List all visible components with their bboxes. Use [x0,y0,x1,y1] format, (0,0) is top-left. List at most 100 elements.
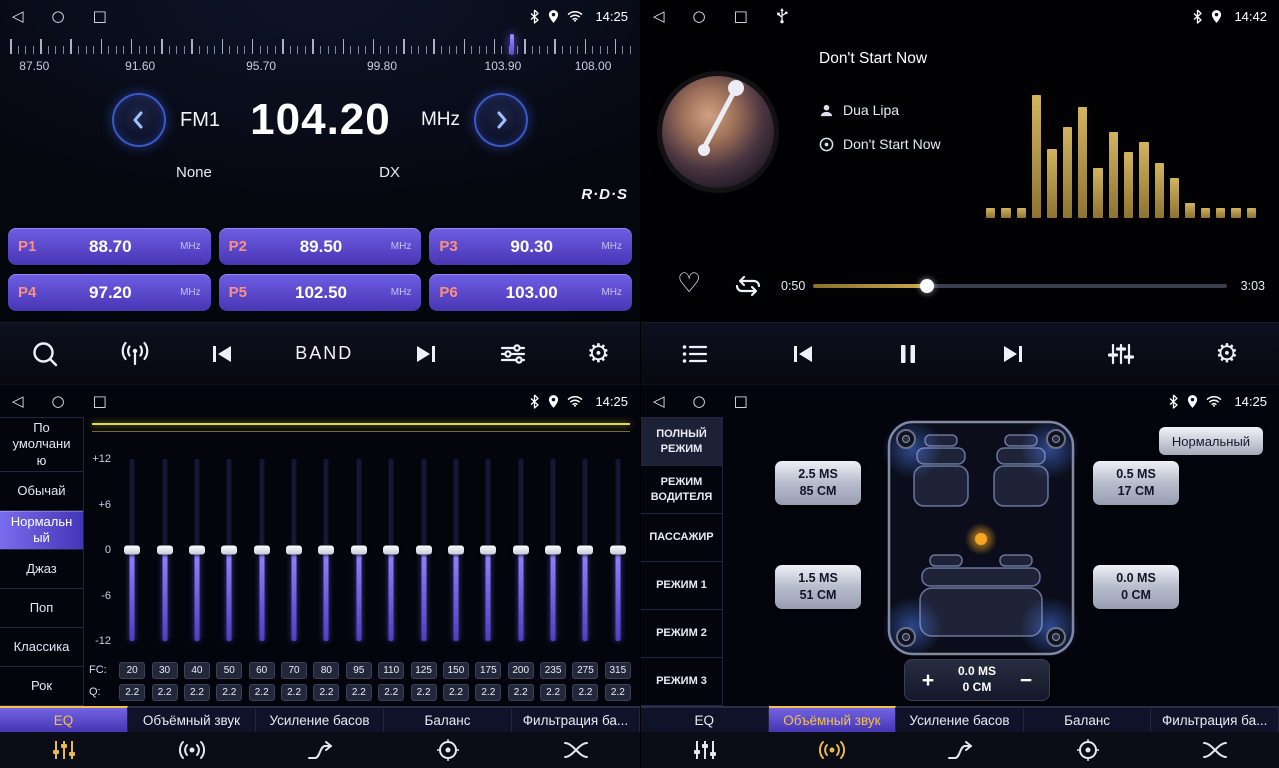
tab-eq[interactable]: EQ [641,706,769,732]
eq-preset-item-3[interactable]: Джаз [0,550,83,589]
eq-slider-handle[interactable] [189,546,205,555]
tab-bass-boost-icon-button[interactable] [256,739,384,761]
tab-filter-icon-button[interactable] [1151,739,1279,761]
tuner-settings-button[interactable] [499,342,527,366]
preset-button-P3[interactable]: P390.30MHz [429,228,632,265]
surround-preset-button[interactable]: Нормальный [1159,427,1263,455]
tab-surround-sound-icon-button[interactable] [128,739,256,761]
back-button[interactable]: ◁ [12,9,24,24]
broadcast-button[interactable] [120,341,150,367]
tab-balance[interactable]: Баланс [1024,706,1152,732]
back-button[interactable]: ◁ [653,9,665,24]
surround-mode-5[interactable]: РЕЖИМ 3 [641,658,722,706]
recents-button[interactable]: □ [93,394,107,409]
eq-slider-handle[interactable] [221,546,237,555]
preset-button-P2[interactable]: P289.50MHz [219,228,422,265]
settings-button[interactable]: ⚙ [1215,341,1238,367]
home-button[interactable]: ○ [52,9,65,24]
eq-band-slider-50[interactable] [213,459,245,641]
eq-slider-handle[interactable] [124,546,140,555]
eq-band-slider-80[interactable] [310,459,342,641]
tune-down-button[interactable] [112,93,166,147]
eq-slider-handle[interactable] [383,546,399,555]
eq-band-slider-175[interactable] [472,459,504,641]
rear-left-delay-button[interactable]: 1.5 MS 51 CM [775,565,861,609]
tab-surround-sound[interactable]: Объёмный звук [128,706,256,732]
tab-balance-icon-button[interactable] [384,738,512,762]
eq-band-slider-235[interactable] [537,459,569,641]
eq-preset-item-5[interactable]: Классика [0,628,83,667]
eq-band-slider-60[interactable] [246,459,278,641]
eq-slider-handle[interactable] [254,546,270,555]
home-button[interactable]: ○ [693,394,706,409]
band-button[interactable]: BAND [295,343,353,364]
eq-preset-item-4[interactable]: Поп [0,589,83,628]
preset-button-P6[interactable]: P6103.00MHz [429,274,632,311]
front-right-delay-button[interactable]: 0.5 MS 17 CM [1093,461,1179,505]
eq-slider-handle[interactable] [351,546,367,555]
frequency-scale[interactable]: 87.5091.6095.7099.80103.90108.00 [10,34,630,80]
eq-band-slider-275[interactable] [569,459,601,641]
playlist-button[interactable] [681,342,709,366]
audio-effects-button[interactable] [1107,342,1135,366]
eq-band-slider-70[interactable] [278,459,310,641]
eq-band-slider-150[interactable] [440,459,472,641]
eq-slider-handle[interactable] [286,546,302,555]
eq-preset-item-2[interactable]: Нормальный [0,511,83,550]
settings-button[interactable]: ⚙ [587,341,610,367]
eq-band-slider-30[interactable] [148,459,180,641]
tab-eq-icon-button[interactable] [0,739,128,761]
surround-mode-4[interactable]: РЕЖИМ 2 [641,610,722,658]
tab-balance[interactable]: Баланс [384,706,512,732]
car-speaker-layout[interactable] [884,417,1078,659]
delay-increase-button[interactable]: + [917,670,939,691]
front-left-delay-button[interactable]: 2.5 MS 85 CM [775,461,861,505]
surround-mode-0[interactable]: ПОЛНЫЙ РЕЖИМ [641,418,722,466]
tab-balance-icon-button[interactable] [1024,738,1152,762]
eq-slider-handle[interactable] [416,546,432,555]
previous-track-button[interactable] [790,343,816,365]
eq-band-slider-125[interactable] [407,459,439,641]
eq-slider-handle[interactable] [318,546,334,555]
tab-filter[interactable]: Фильтрация ба... [512,706,640,732]
eq-slider-handle[interactable] [157,546,173,555]
listening-position-dot[interactable] [975,533,987,545]
surround-mode-2[interactable]: ПАССАЖИР [641,514,722,562]
scan-search-button[interactable] [30,339,60,369]
preset-button-P4[interactable]: P497.20MHz [8,274,211,311]
home-button[interactable]: ○ [52,394,65,409]
eq-band-slider-20[interactable] [116,459,148,641]
rear-right-delay-button[interactable]: 0.0 MS 0 CM [1093,565,1179,609]
tab-filter[interactable]: Фильтрация ба... [1151,706,1279,732]
eq-preset-item-6[interactable]: Рок [0,667,83,706]
eq-slider-handle[interactable] [448,546,464,555]
eq-slider-handle[interactable] [480,546,496,555]
eq-band-slider-95[interactable] [343,459,375,641]
eq-band-slider-110[interactable] [375,459,407,641]
eq-slider-handle[interactable] [610,546,626,555]
repeat-button[interactable] [733,274,763,303]
previous-station-button[interactable] [209,343,235,365]
eq-band-slider-40[interactable] [181,459,213,641]
recents-button[interactable]: □ [734,394,748,409]
tab-surround-sound[interactable]: Объёмный звук [769,706,897,732]
back-button[interactable]: ◁ [653,394,665,409]
surround-mode-3[interactable]: РЕЖИМ 1 [641,562,722,610]
eq-band-slider-315[interactable] [602,459,634,641]
pause-button[interactable] [897,342,919,366]
eq-band-slider-200[interactable] [505,459,537,641]
eq-slider-handle[interactable] [577,546,593,555]
tune-up-button[interactable] [474,93,528,147]
progress-bar[interactable] [813,284,1227,288]
home-button[interactable]: ○ [693,9,706,24]
eq-preset-item-0[interactable]: По умолчанию [0,418,83,472]
next-track-button[interactable] [1000,343,1026,365]
preset-button-P1[interactable]: P188.70MHz [8,228,211,265]
tab-eq-icon-button[interactable] [641,739,769,761]
delay-decrease-button[interactable]: − [1015,670,1037,691]
favorite-button[interactable]: ♡ [677,268,701,299]
eq-preset-item-1[interactable]: Обычай [0,472,83,511]
next-station-button[interactable] [413,343,439,365]
progress-knob[interactable] [920,279,934,293]
recents-button[interactable]: □ [93,9,107,24]
